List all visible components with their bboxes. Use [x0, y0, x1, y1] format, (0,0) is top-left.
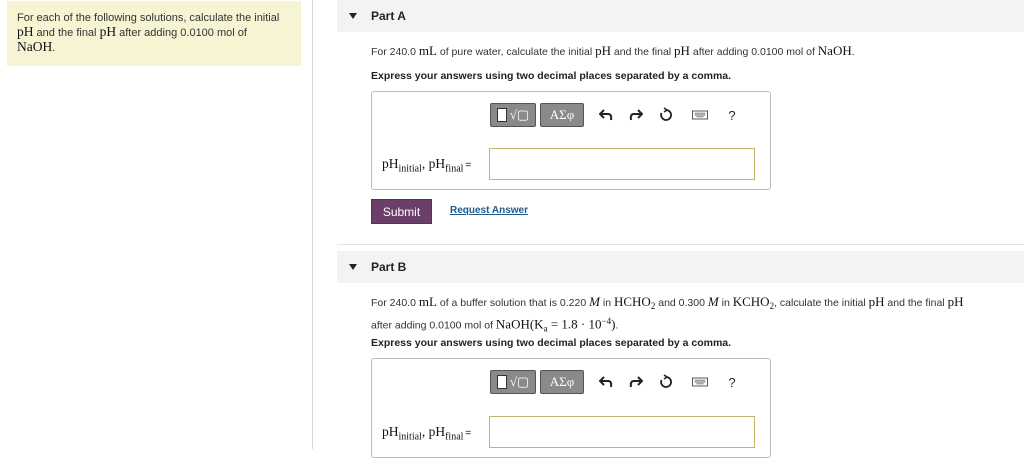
- answer-label: pHinitial, pHfinal =: [382, 424, 471, 443]
- part-b-instruction: Express your answers using two decimal p…: [371, 337, 732, 349]
- q-text: after adding 0.0100 mol of: [371, 319, 496, 332]
- q-text: of pure water, calculate the initial: [436, 46, 596, 58]
- request-answer-link[interactable]: Request Answer: [450, 205, 528, 216]
- redo-icon[interactable]: [628, 372, 644, 392]
- math-toolbar: √▢ ΑΣφ ?: [490, 369, 740, 395]
- help-icon[interactable]: ?: [724, 372, 740, 392]
- equals: =: [465, 428, 472, 439]
- comma: ,: [421, 424, 429, 439]
- templates-button[interactable]: √▢: [490, 370, 536, 394]
- keyboard-icon[interactable]: [692, 372, 708, 392]
- q-formula: HCHO: [613, 294, 651, 309]
- ph-label: pH: [428, 424, 446, 439]
- q-ph: pH: [868, 294, 885, 309]
- part-b-question: For 240.0 mL of a buffer solution that i…: [371, 294, 1023, 337]
- intro-naoh: NaOH: [17, 39, 53, 54]
- initial-sub: initial: [398, 163, 422, 175]
- q-naoh: NaOH: [817, 43, 852, 58]
- q-text: and 0.300: [655, 297, 708, 309]
- intro-ph-1: pH: [17, 24, 34, 39]
- q-formula: KCHO: [732, 294, 770, 309]
- intro-text-3: after adding 0.0100 mol of: [116, 27, 247, 39]
- final-sub: final: [445, 431, 464, 443]
- q-text: .: [851, 46, 855, 58]
- part-a-instruction: Express your answers using two decimal p…: [371, 70, 732, 82]
- answer-label: pHinitial, pHfinal =: [382, 156, 471, 175]
- q-molarity: M: [589, 294, 600, 309]
- q-text: For 240.0: [371, 297, 419, 309]
- intro-text-2: and the final: [33, 27, 100, 39]
- intro-text-1: For each of the following solutions, cal…: [17, 12, 280, 24]
- part-b-answer-input[interactable]: [489, 416, 755, 448]
- ph-label: pH: [382, 156, 399, 171]
- q-text: and the final: [884, 297, 948, 309]
- radical-icon: √▢: [509, 107, 530, 122]
- part-a-header[interactable]: Part A: [337, 0, 1024, 32]
- part-a-question: For 240.0 mL of pure water, calculate th…: [371, 43, 855, 60]
- column-divider: [312, 0, 313, 449]
- q-ph: pH: [674, 43, 690, 58]
- q-ka-value: = 1.8 · 10: [547, 316, 602, 332]
- q-exponent: −4: [601, 316, 612, 327]
- greek-symbols-button[interactable]: ΑΣφ: [540, 103, 584, 127]
- ph-label: pH: [382, 424, 399, 439]
- q-unit: mL: [418, 43, 437, 58]
- part-a-answer-input[interactable]: [489, 148, 755, 180]
- ph-label: pH: [428, 156, 446, 171]
- q-text: of a buffer solution that is 0.220: [436, 297, 590, 309]
- collapse-caret-icon[interactable]: [349, 264, 357, 270]
- intro-ph-2: pH: [99, 24, 117, 39]
- q-ph: pH: [947, 294, 964, 309]
- intro-end: .: [52, 42, 56, 54]
- templates-button[interactable]: √▢: [490, 103, 536, 127]
- final-sub: final: [445, 163, 464, 175]
- undo-icon[interactable]: [598, 372, 614, 392]
- q-unit: mL: [418, 294, 437, 309]
- part-a-title: Part A: [371, 9, 406, 23]
- q-text: after adding 0.0100 mol of: [689, 46, 818, 58]
- help-icon[interactable]: ?: [724, 105, 740, 125]
- collapse-caret-icon[interactable]: [349, 13, 357, 19]
- part-separator: [337, 244, 1024, 245]
- equals: =: [465, 160, 472, 171]
- part-b-answer-box: √▢ ΑΣφ ? pHinitial, pHfinal =: [371, 358, 771, 458]
- template-square-icon: [496, 108, 507, 122]
- q-molarity: M: [707, 294, 719, 309]
- initial-sub: initial: [398, 431, 422, 443]
- part-a-answer-box: √▢ ΑΣφ ? pHinitial, pHfinal =: [371, 91, 771, 190]
- q-text: For 240.0: [371, 46, 419, 58]
- part-b-title: Part B: [371, 260, 407, 274]
- q-text: in: [599, 297, 614, 309]
- template-square-icon: [496, 375, 507, 389]
- q-text: in: [718, 297, 733, 309]
- greek-symbols-button[interactable]: ΑΣφ: [540, 370, 584, 394]
- q-ph: pH: [595, 43, 611, 58]
- intro-panel: For each of the following solutions, cal…: [7, 1, 301, 66]
- reset-icon[interactable]: [658, 105, 674, 125]
- math-toolbar: √▢ ΑΣφ ?: [490, 102, 740, 128]
- submit-button[interactable]: Submit: [371, 199, 432, 224]
- redo-icon[interactable]: [628, 105, 644, 125]
- q-naoh: NaOH(K: [495, 316, 544, 332]
- radical-icon: √▢: [509, 374, 530, 389]
- comma: ,: [421, 156, 429, 171]
- undo-icon[interactable]: [598, 105, 614, 125]
- keyboard-icon[interactable]: [692, 105, 708, 125]
- part-b-header[interactable]: Part B: [337, 251, 1024, 283]
- q-text: , calculate the initial: [774, 297, 869, 309]
- q-text: .: [615, 319, 619, 332]
- reset-icon[interactable]: [658, 372, 674, 392]
- q-text: and the final: [611, 46, 675, 58]
